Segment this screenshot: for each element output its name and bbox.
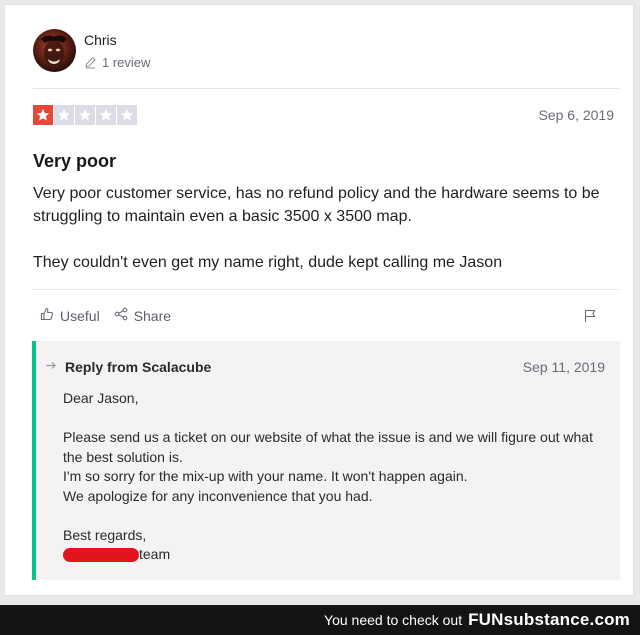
- review-title[interactable]: Very poor: [33, 151, 116, 172]
- reply-line: I'm so sorry for the mix-up with your na…: [63, 468, 468, 484]
- share-icon: [114, 307, 128, 324]
- review-count-label: 1 review: [102, 55, 151, 70]
- pencil-icon: [84, 56, 97, 69]
- divider: [33, 88, 620, 89]
- reply-date: Sep 11, 2019: [522, 359, 605, 375]
- useful-label: Useful: [60, 307, 100, 324]
- thumbs-up-icon: [40, 307, 54, 324]
- review-count: 1 review: [84, 55, 150, 70]
- reply-body: Dear Jason, Please send us a ticket on o…: [63, 389, 613, 565]
- reply-line: We apologize for any inconvenience that …: [63, 487, 373, 504]
- reply-title: Reply from Scalacube: [65, 359, 212, 375]
- redaction-mark: [63, 547, 139, 562]
- review-card: Chris 1 review Sep 6, 2019 Very poor Ver…: [4, 4, 634, 596]
- watermark-footer: You need to check out FUNsubstance.com: [0, 605, 640, 635]
- review-paragraph: Very poor customer service, has no refun…: [33, 185, 600, 225]
- star-filled-icon: [33, 105, 53, 125]
- reply-arrow-icon: [45, 359, 58, 375]
- star-empty-icon: [75, 105, 95, 125]
- share-button[interactable]: Share: [114, 307, 171, 324]
- flag-icon[interactable]: [583, 309, 597, 323]
- reply-line: Please send us a ticket on our website o…: [63, 429, 593, 465]
- avatar-image: [41, 35, 67, 66]
- star-empty-icon: [117, 105, 137, 125]
- reply-greeting: Dear Jason,: [63, 390, 139, 406]
- star-rating: [33, 105, 137, 125]
- useful-button[interactable]: Useful: [40, 307, 100, 324]
- review-paragraph: They couldn't even get my name right, du…: [33, 254, 503, 271]
- star-empty-icon: [96, 105, 116, 125]
- review-body: Very poor customer service, has no refun…: [33, 182, 623, 274]
- reviewer-name[interactable]: Chris: [84, 32, 117, 48]
- reply-signature: team: [63, 545, 613, 565]
- star-empty-icon: [54, 105, 74, 125]
- divider: [33, 289, 620, 290]
- footer-brand[interactable]: FUNsubstance.com: [468, 610, 630, 630]
- reply-header: Reply from Scalacube: [45, 359, 211, 375]
- reply-closing: Best regards,: [63, 526, 147, 543]
- review-date: Sep 6, 2019: [538, 107, 614, 123]
- avatar[interactable]: [33, 29, 76, 72]
- company-reply: Reply from Scalacube Sep 11, 2019 Dear J…: [32, 341, 620, 580]
- footer-text: You need to check out: [324, 612, 463, 628]
- share-label: Share: [133, 307, 172, 324]
- signature-suffix: team: [139, 546, 171, 562]
- review-actions: Useful Share: [40, 307, 171, 324]
